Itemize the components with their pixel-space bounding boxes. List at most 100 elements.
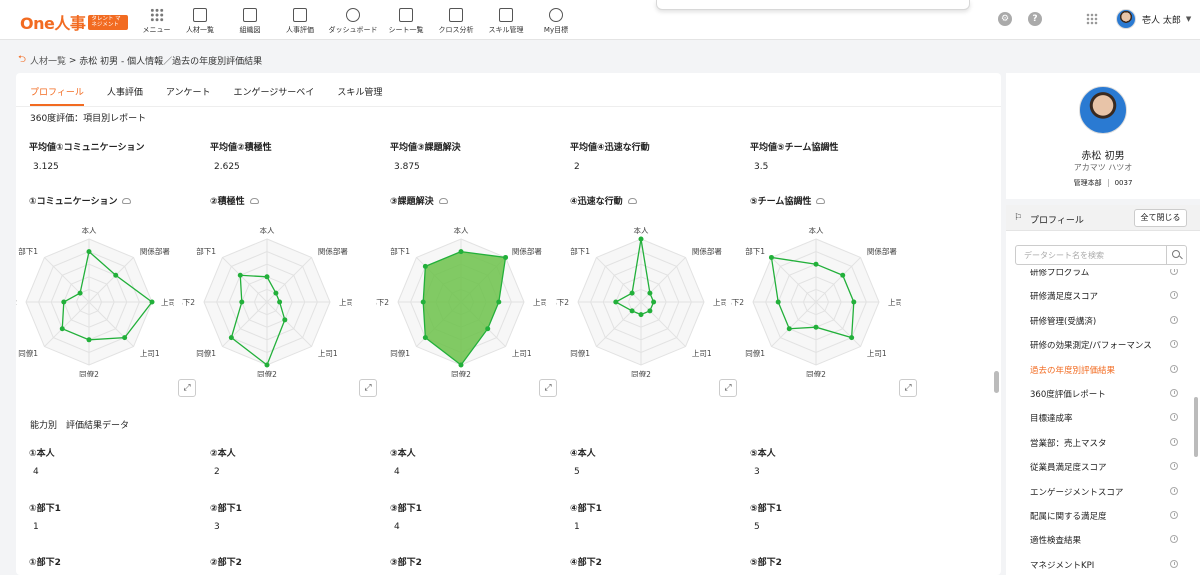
sheet-list-item[interactable]: 目標達成率 <box>1030 412 1200 424</box>
sheet-list-item[interactable]: 配属に関する満足度 <box>1030 510 1200 522</box>
sheet-list-item[interactable]: 研修管理(受講済) <box>1030 315 1200 327</box>
radar-point <box>113 272 119 278</box>
history-icon[interactable] <box>1170 437 1178 446</box>
tab-2[interactable]: アンケート <box>166 85 211 105</box>
radar-axis-label: 部下2 <box>376 297 389 307</box>
sheet-list-item[interactable]: 過去の年度別評価結果 <box>1030 364 1200 376</box>
radar-point <box>273 290 279 296</box>
expand-icon[interactable]: ⤢ <box>359 379 377 397</box>
sheet-list-item[interactable]: 適性検査結果 <box>1030 534 1200 546</box>
sheet-list-item[interactable]: 研修プログラム <box>1030 269 1200 278</box>
panel-title: プロフィール <box>1030 216 1084 226</box>
download-icon[interactable] <box>249 197 259 204</box>
history-icon[interactable] <box>1170 315 1178 324</box>
sheet-list-item[interactable]: エンゲージメントスコア <box>1030 486 1200 498</box>
chart-title-text: ④迅速な行動 <box>570 197 623 207</box>
tab-4[interactable]: スキル管理 <box>337 85 382 105</box>
history-icon[interactable] <box>1170 559 1178 568</box>
radar-point <box>638 236 644 242</box>
nav-label: 組織図 <box>239 25 261 34</box>
download-icon[interactable] <box>122 197 132 204</box>
radar-axis-label: 本人 <box>82 227 97 235</box>
help-icon[interactable]: ? <box>1028 12 1042 26</box>
chart-title-text: ③課題解決 <box>390 197 434 207</box>
sheet-search-input[interactable] <box>1016 246 1161 264</box>
average-value: 2 <box>574 162 580 172</box>
chart-title: ④迅速な行動 <box>570 194 637 207</box>
nav-item-2[interactable]: 組織図 <box>225 0 275 40</box>
apps-grid-icon[interactable] <box>1086 13 1098 25</box>
history-icon[interactable] <box>1170 486 1178 495</box>
tab-3[interactable]: エンゲージサーベイ <box>233 85 314 105</box>
radar-point <box>503 254 509 260</box>
radar-axis-label: 上司2 <box>533 298 546 307</box>
radar-point <box>86 337 92 343</box>
skill-icon <box>499 7 513 22</box>
nav-item-5[interactable]: シート一覧 <box>381 0 431 40</box>
history-icon[interactable] <box>1170 535 1178 544</box>
tab-0[interactable]: プロフィール <box>30 85 84 106</box>
close-all-button[interactable]: 全て閉じる <box>1134 209 1187 227</box>
history-icon[interactable] <box>1170 511 1178 519</box>
expand-icon[interactable]: ⤢ <box>899 379 917 397</box>
nav-item-8[interactable]: My目標 <box>531 0 581 40</box>
sheet-list-item[interactable]: 研修満足度スコア <box>1030 290 1200 302</box>
history-icon[interactable] <box>1170 389 1178 397</box>
tab-divider <box>16 106 1001 107</box>
sheet-list-item[interactable]: マネジメントKPI <box>1030 559 1200 571</box>
radar-point <box>496 299 502 305</box>
nav-item-4[interactable]: ダッシュボード <box>325 0 381 40</box>
history-icon[interactable] <box>1170 364 1178 373</box>
tab-1[interactable]: 人事評価 <box>107 85 143 105</box>
field-label: ④部下1 <box>570 504 602 514</box>
radar-point <box>775 299 781 305</box>
menu-grid-icon <box>149 7 164 22</box>
radar-axis-label: 上司1 <box>867 349 887 358</box>
settings-gear-icon[interactable]: ⚙ <box>998 12 1012 26</box>
radar-axis-label: 同僚1 <box>745 348 765 358</box>
radar-point <box>458 362 464 368</box>
radar-chart: 本人関係部署上司2 上司1 同僚2 同僚1 部下2 部下1 <box>16 227 174 377</box>
profile-meta: 管理本部 0037 <box>1006 178 1200 188</box>
radar-axis-label: 本人 <box>809 227 824 235</box>
radar-axis-label: 上司2 <box>339 298 352 307</box>
main-scrollbar[interactable] <box>994 371 999 393</box>
nav-item-7[interactable]: スキル管理 <box>481 0 531 40</box>
expand-icon[interactable]: ⤢ <box>539 379 557 397</box>
expand-icon[interactable]: ⤢ <box>178 379 196 397</box>
chart-title-text: ①コミュニケーション <box>29 197 118 207</box>
expand-icon[interactable]: ⤢ <box>719 379 737 397</box>
history-icon[interactable] <box>1170 462 1178 471</box>
radar-axis-label: 上司2 <box>888 298 901 307</box>
download-icon[interactable] <box>816 197 826 204</box>
nav-item-0[interactable]: メニュー <box>138 0 175 40</box>
radar-point <box>86 249 92 255</box>
people-list-icon <box>193 7 207 22</box>
chart-title: ⑤チーム協調性 <box>750 194 826 207</box>
download-icon[interactable] <box>438 197 448 204</box>
sheet-list-item[interactable]: 営業部：売上マスタ <box>1030 437 1200 449</box>
nav-item-3[interactable]: 人事評価 <box>275 0 325 40</box>
sheet-list-item[interactable]: 研修の効果測定/パフォーマンス <box>1030 339 1200 351</box>
nav-item-6[interactable]: クロス分析 <box>431 0 481 40</box>
history-icon[interactable] <box>1170 269 1178 275</box>
breadcrumb-link[interactable]: 人材一覧 <box>30 54 66 67</box>
radar-axis-label: 本人 <box>454 227 469 235</box>
nav-label: My目標 <box>543 25 569 34</box>
history-icon[interactable] <box>1170 340 1178 349</box>
user-menu[interactable]: 壱人 太郎 ▼ <box>1116 9 1191 29</box>
history-icon[interactable] <box>1170 291 1178 300</box>
sheet-list-item[interactable]: 360度評価レポート <box>1030 388 1200 400</box>
nav-item-1[interactable]: 人材一覧 <box>175 0 225 40</box>
app-logo[interactable]: One人事 タレント マネジメント <box>20 10 129 34</box>
top-navigation-bar: One人事 タレント マネジメント メニュー 人材一覧 組織図 人事評価 ダッシュボード… <box>0 0 1200 40</box>
history-icon[interactable] <box>1170 413 1178 422</box>
side-scrollbar[interactable] <box>1194 397 1198 457</box>
field-label: ④部下2 <box>570 558 602 568</box>
search-icon[interactable] <box>1166 246 1186 264</box>
download-icon[interactable] <box>627 197 637 204</box>
dashboard-icon <box>346 7 360 22</box>
radar-point <box>786 326 792 332</box>
sheet-list-item[interactable]: 従業員満足度スコア <box>1030 461 1200 473</box>
back-icon[interactable]: ⮌ <box>18 52 26 69</box>
